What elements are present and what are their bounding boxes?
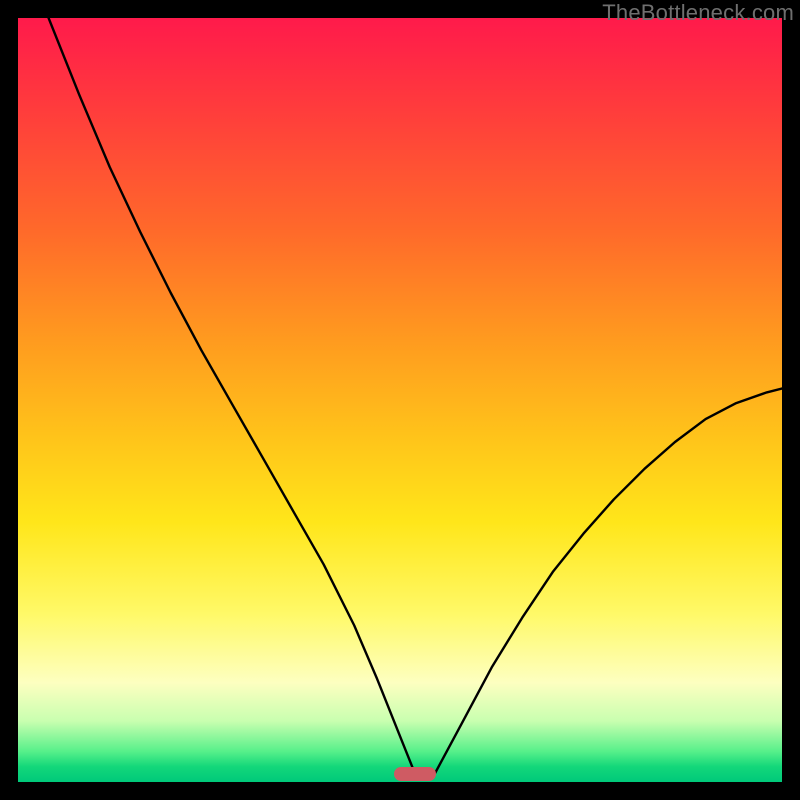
optimal-marker — [394, 767, 436, 781]
bottleneck-curve — [18, 18, 782, 782]
chart-plot-area — [18, 18, 782, 782]
chart-frame: TheBottleneck.com — [0, 0, 800, 800]
watermark-text: TheBottleneck.com — [602, 0, 794, 26]
